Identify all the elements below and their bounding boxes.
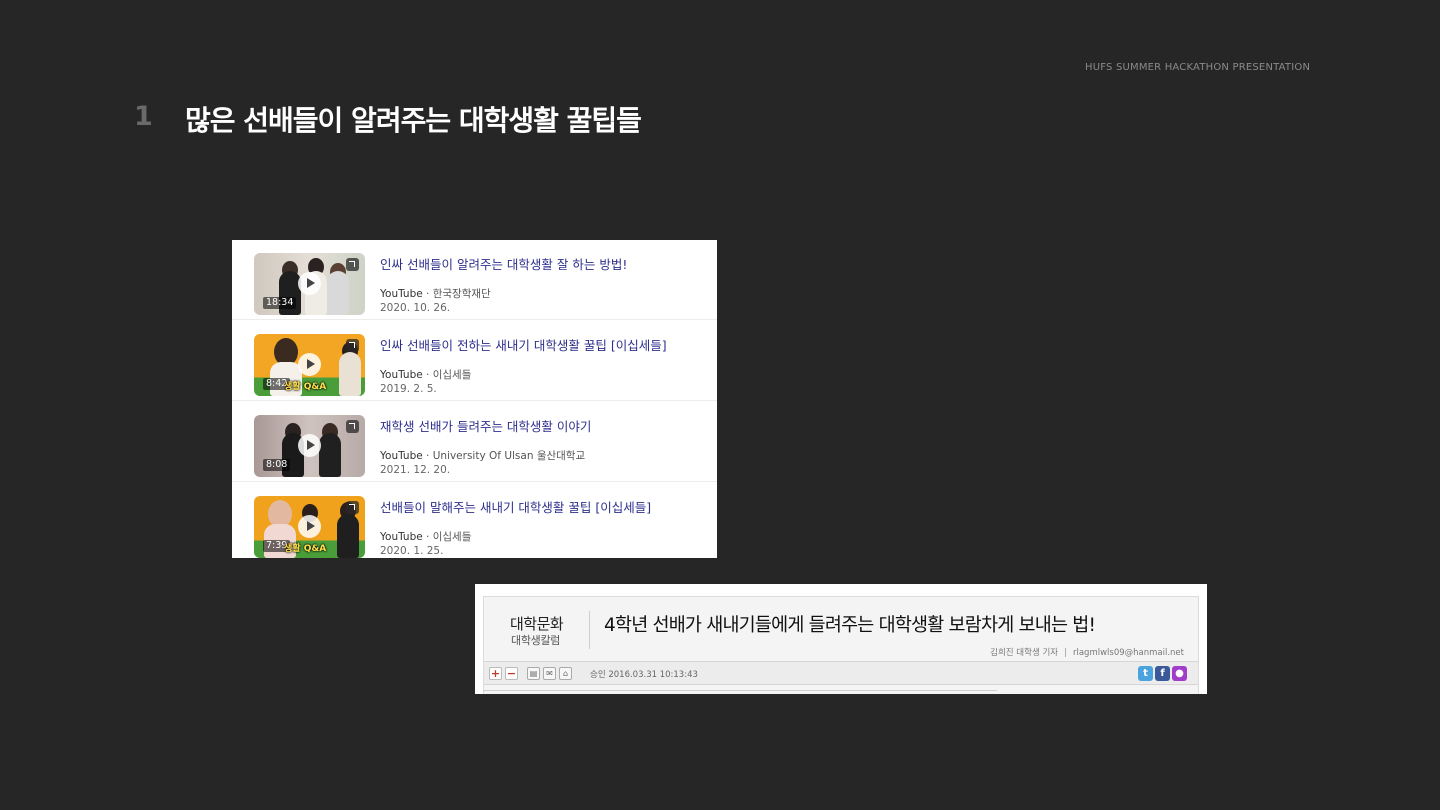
video-title-link[interactable]: 재학생 선배가 들려주는 대학생활 이야기 [380, 416, 591, 435]
section-name[interactable]: 대학문화 [510, 613, 564, 634]
header-tag: HUFS SUMMER HACKATHON PRESENTATION [1085, 62, 1311, 73]
article-title: 4학년 선배가 새내기들에게 들려주는 대학생활 보람차게 보내는 법! [604, 615, 1096, 636]
article-panel: 대학문화 대학생칼럼 4학년 선배가 새내기들에게 들려주는 대학생활 보람차게… [475, 584, 1207, 694]
content-divider [483, 690, 997, 691]
expand-icon[interactable] [346, 501, 359, 514]
slide-number: 1 [134, 101, 153, 132]
video-duration: 8:08 [263, 459, 291, 471]
video-item[interactable]: 18:34 인싸 선배들이 알려주는 대학생활 잘 하는 방법! YouTube… [232, 240, 717, 320]
reporter-name: 김희진 대학생 기자 [990, 648, 1059, 658]
share-icon[interactable]: ● [1172, 666, 1187, 681]
thumbnail-caption: 생활 Q&A [284, 382, 327, 392]
expand-icon[interactable] [346, 258, 359, 271]
reporter-email[interactable]: rlagmlwls09@hanmail.net [1073, 648, 1184, 658]
play-icon[interactable] [298, 353, 321, 376]
video-item[interactable]: 8:08 재학생 선배가 들려주는 대학생활 이야기 YouTube · Uni… [232, 402, 717, 482]
video-source: YouTube · 한국장학재단 [380, 288, 491, 300]
expand-icon[interactable] [346, 420, 359, 433]
video-item[interactable]: 8:42 생활 Q&A 인싸 선배들이 전하는 새내기 대학생활 꿀팁 [이십세… [232, 321, 717, 401]
video-source: YouTube · 이십세들 [380, 531, 472, 543]
video-date: 2019. 2. 5. [380, 383, 437, 395]
video-date: 2020. 1. 25. [380, 545, 444, 557]
article-header: 대학문화 대학생칼럼 4학년 선배가 새내기들에게 들려주는 대학생활 보람차게… [483, 596, 1199, 694]
video-source: YouTube · 이십세들 [380, 369, 472, 381]
video-thumbnail[interactable]: 8:08 [254, 415, 365, 477]
facebook-icon[interactable]: f [1155, 666, 1170, 681]
font-increase-button[interactable]: + [489, 667, 502, 680]
thumbnail-caption: 생활 Q&A [284, 544, 327, 554]
play-icon[interactable] [298, 272, 321, 295]
subsection-name[interactable]: 대학생칼럼 [511, 632, 560, 648]
video-title-link[interactable]: 선배들이 말해주는 새내기 대학생활 꿀팁 [이십세들] [380, 497, 651, 516]
video-date: 2020. 10. 26. [380, 302, 451, 314]
print-icon[interactable]: ▤ [527, 667, 540, 680]
video-results-panel: 18:34 인싸 선배들이 알려주는 대학생활 잘 하는 방법! YouTube… [232, 240, 717, 558]
video-date: 2021. 12. 20. [380, 464, 451, 476]
video-thumbnail[interactable]: 18:34 [254, 253, 365, 315]
byline: 김희진 대학생 기자 | rlagmlwls09@hanmail.net [990, 648, 1184, 658]
expand-icon[interactable] [346, 339, 359, 352]
font-decrease-button[interactable]: − [505, 667, 518, 680]
twitter-icon[interactable]: t [1138, 666, 1153, 681]
divider [589, 611, 590, 649]
play-icon[interactable] [298, 434, 321, 457]
video-thumbnail[interactable]: 7:39 생활 Q&A [254, 496, 365, 558]
slide-title: 많은 선배들이 알려주는 대학생활 꿀팁들 [185, 104, 642, 137]
video-source: YouTube · University Of Ulsan 울산대학교 [380, 450, 586, 462]
video-thumbnail[interactable]: 8:42 생활 Q&A [254, 334, 365, 396]
video-title-link[interactable]: 인싸 선배들이 전하는 새내기 대학생활 꿀팁 [이십세들] [380, 335, 667, 354]
video-duration: 18:34 [263, 297, 297, 309]
video-item[interactable]: 7:39 생활 Q&A 선배들이 말해주는 새내기 대학생활 꿀팁 [이십세들]… [232, 483, 717, 558]
article-toolbar: + − ▤ ✉ ⌂ 승인 2016.03.31 10:13:43 t f ● [484, 661, 1198, 685]
video-title-link[interactable]: 인싸 선배들이 알려주는 대학생활 잘 하는 방법! [380, 254, 627, 273]
play-icon[interactable] [298, 515, 321, 538]
approval-date: 승인 2016.03.31 10:13:43 [590, 670, 698, 680]
email-icon[interactable]: ✉ [543, 667, 556, 680]
bookmark-icon[interactable]: ⌂ [559, 667, 572, 680]
